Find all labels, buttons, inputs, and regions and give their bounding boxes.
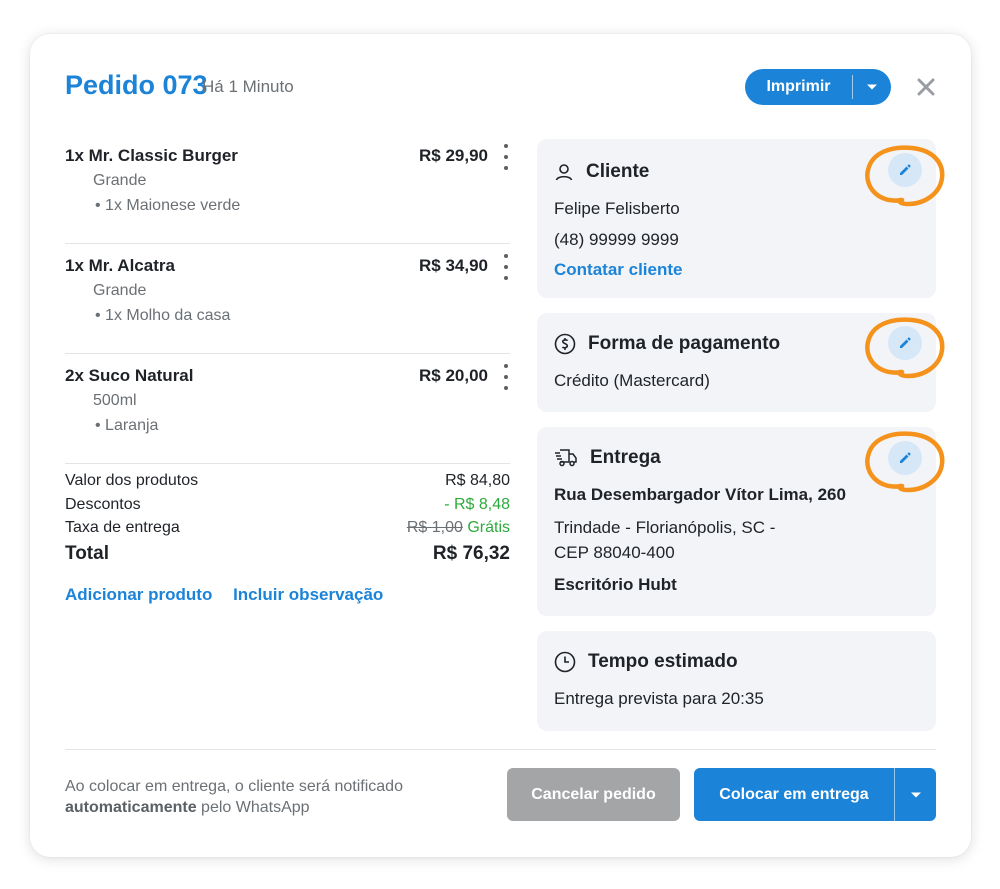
item-name: 2x Suco Natural <box>65 366 194 385</box>
close-icon <box>917 78 935 96</box>
delivery-card: Entrega Rua Desembargador Vítor Lima, 26… <box>537 427 936 616</box>
estimate-text: Entrega prevista para 20:35 <box>554 689 764 708</box>
payment-card: Forma de pagamento Crédito (Mastercard) <box>537 313 936 412</box>
item-price: R$ 29,90 <box>419 146 488 165</box>
order-actions: Adicionar produto Incluir observação <box>65 585 399 605</box>
order-item: 1x Mr. Alcatra R$ 34,90 Grande • 1x Molh… <box>65 244 510 354</box>
item-price: R$ 20,00 <box>419 366 488 385</box>
chevron-down-icon <box>910 792 921 797</box>
item-name: 1x Mr. Alcatra <box>65 256 175 275</box>
chevron-down-icon <box>867 84 877 90</box>
customer-card-title: Cliente <box>554 161 649 183</box>
estimate-card: Tempo estimado Entrega prevista para 20:… <box>537 631 936 731</box>
delivery-options-toggle[interactable] <box>895 791 936 799</box>
user-icon <box>555 164 573 181</box>
delivery-street: Rua Desembargador Vítor Lima, 260 <box>554 485 846 504</box>
estimate-card-title: Tempo estimado <box>554 651 738 673</box>
dollar-icon <box>554 333 576 355</box>
item-addon: • 1x Maionese verde <box>95 197 241 214</box>
order-modal: Pedido 073 Há 1 Minuto Imprimir 1x Mr. C… <box>30 34 971 857</box>
pencil-icon <box>900 452 911 463</box>
customer-name: Felipe Felisberto <box>554 199 680 218</box>
send-to-delivery-button[interactable]: Colocar em entrega <box>694 768 936 821</box>
products-value: R$ 84,80 <box>445 472 510 489</box>
print-options-toggle[interactable] <box>853 83 891 91</box>
footer-note: Ao colocar em entrega, o cliente será no… <box>65 776 403 818</box>
item-variant: 500ml <box>93 392 137 409</box>
delivery-reference: Escritório Hubt <box>554 575 677 594</box>
contact-customer-link[interactable]: Contatar cliente <box>554 260 682 280</box>
add-note-link[interactable]: Incluir observação <box>233 585 383 604</box>
item-menu-button[interactable] <box>502 254 510 280</box>
item-menu-button[interactable] <box>502 144 510 170</box>
discount-label: Descontos <box>65 495 141 513</box>
payment-method: Crédito (Mastercard) <box>554 371 710 390</box>
delivery-zip: CEP 88040-400 <box>554 543 675 562</box>
pencil-icon <box>900 164 911 175</box>
item-addon: • 1x Molho da casa <box>95 307 231 324</box>
item-addon: • Laranja <box>95 417 159 434</box>
item-variant: Grande <box>93 282 147 299</box>
print-button-label: Imprimir <box>766 78 831 95</box>
order-time-ago: Há 1 Minuto <box>202 77 294 96</box>
delivery-card-title: Entrega <box>554 447 661 469</box>
order-item: 1x Mr. Classic Burger R$ 29,90 Grande • … <box>65 134 510 244</box>
close-button[interactable] <box>915 76 937 98</box>
footer-note-bold: automaticamente <box>65 799 197 816</box>
edit-delivery-button[interactable] <box>888 441 922 475</box>
clock-icon <box>554 651 576 673</box>
delivery-fee-free: Grátis <box>467 519 510 536</box>
cancel-order-button[interactable]: Cancelar pedido <box>507 768 680 821</box>
total-value: R$ 76,32 <box>432 542 510 564</box>
order-item: 2x Suco Natural R$ 20,00 500ml • Laranja <box>65 354 510 464</box>
delivery-fee-value: R$ 1,00 Grátis <box>407 519 510 537</box>
delivery-city: Trindade - Florianópolis, SC - <box>554 518 776 537</box>
add-product-link[interactable]: Adicionar produto <box>65 585 212 604</box>
delivery-truck-icon <box>555 449 577 467</box>
order-title: Pedido 073 <box>65 70 208 100</box>
print-button[interactable]: Imprimir <box>745 69 891 105</box>
customer-card: Cliente Felipe Felisberto (48) 99999 999… <box>537 139 936 298</box>
footer-note-line1: Ao colocar em entrega, o cliente será no… <box>65 778 403 795</box>
delivery-fee-old: R$ 1,00 <box>406 519 463 536</box>
payment-card-title: Forma de pagamento <box>554 333 780 355</box>
item-price: R$ 34,90 <box>419 256 488 275</box>
edit-customer-button[interactable] <box>888 153 922 187</box>
delivery-fee-label: Taxa de entrega <box>65 519 180 536</box>
discount-value: - R$ 8,48 <box>444 495 510 513</box>
pencil-icon <box>900 337 911 348</box>
order-items-list: 1x Mr. Classic Burger R$ 29,90 Grande • … <box>65 134 510 464</box>
total-label: Total <box>65 542 109 564</box>
edit-payment-button[interactable] <box>888 326 922 360</box>
send-to-delivery-label: Colocar em entrega <box>719 785 869 803</box>
products-label: Valor dos produtos <box>65 472 199 489</box>
order-summary: Valor dos produtos R$ 84,80 Descontos - … <box>65 472 510 566</box>
footer-note-rest: pelo WhatsApp <box>196 799 310 816</box>
item-variant: Grande <box>93 172 147 189</box>
footer-divider <box>65 749 936 750</box>
customer-phone: (48) 99999 9999 <box>554 230 679 249</box>
item-name: 1x Mr. Classic Burger <box>65 146 238 165</box>
item-menu-button[interactable] <box>502 364 510 390</box>
